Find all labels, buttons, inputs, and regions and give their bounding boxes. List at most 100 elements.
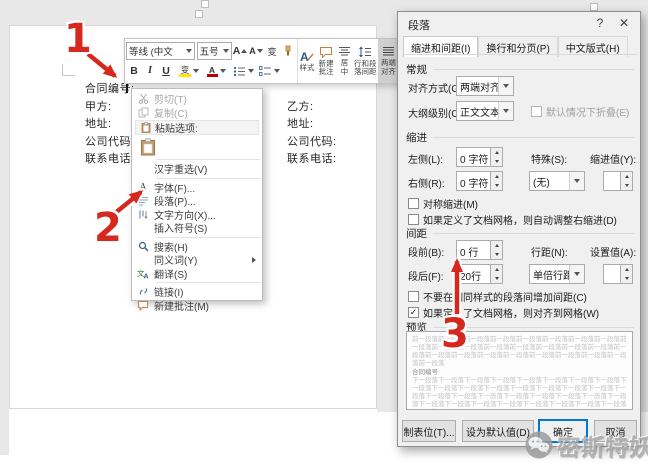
- collapsed-by-default-checkbox[interactable]: 默认情况下折叠(E): [531, 104, 629, 119]
- alignment-combo[interactable]: 两端对齐: [456, 76, 514, 96]
- spinner-arrows[interactable]: [620, 265, 632, 283]
- menu-item-text-direction[interactable]: 文字方向(X)...: [132, 208, 262, 222]
- underline-button[interactable]: U: [158, 62, 174, 80]
- indent-right-spinner[interactable]: 0 字符: [456, 171, 503, 191]
- spacing-at-spinner[interactable]: [603, 264, 633, 284]
- justify-button[interactable]: 两端对齐: [378, 39, 399, 83]
- styles-icon: A: [300, 50, 314, 62]
- menu-item-cut[interactable]: 剪切(T): [132, 92, 262, 106]
- font-name-combo[interactable]: 等线 (中文: [126, 42, 195, 60]
- paste-keep-source-button[interactable]: [137, 136, 159, 157]
- highlight-color-button[interactable]: 变: [177, 62, 201, 80]
- watermark: 密斯特妖: [524, 428, 648, 462]
- doc-field-phone-b[interactable]: 联系电话:: [287, 150, 337, 166]
- paste-options-label: 粘贴选项:: [155, 120, 198, 135]
- menu-separator: [156, 159, 260, 160]
- italic-button[interactable]: I: [142, 62, 158, 80]
- doc-field-party-b[interactable]: 乙方:: [287, 98, 314, 114]
- menu-item-new-comment[interactable]: 新建批注(M): [132, 299, 262, 313]
- new-comment-button[interactable]: 新建批注: [316, 39, 336, 83]
- search-icon: [132, 241, 154, 252]
- shrink-font-button[interactable]: A: [248, 42, 264, 60]
- doc-field-code-a[interactable]: 公司代码:: [85, 133, 135, 149]
- spinner-arrows[interactable]: [490, 241, 502, 259]
- menu-item-link[interactable]: 链接(I): [132, 285, 262, 299]
- object-handle[interactable]: [195, 10, 203, 18]
- doc-field-party-a[interactable]: 甲方:: [85, 98, 112, 114]
- word-app-screenshot: 合同编号: 甲方: 地址: 公司代码: 联系电话: 乙方: 地址: 公司代码: …: [0, 0, 648, 471]
- space-before-value: 0 行: [457, 241, 490, 259]
- chevron-down-icon: [569, 265, 584, 283]
- help-icon[interactable]: ?: [590, 16, 610, 30]
- comment-icon: [319, 46, 333, 58]
- up-arrow-icon: [241, 49, 247, 53]
- bold-icon: B: [130, 66, 138, 77]
- special-label: 特殊(S):: [531, 151, 567, 166]
- menu-item-copy[interactable]: 复制(C): [132, 106, 262, 120]
- object-handle[interactable]: [590, 3, 598, 11]
- space-after-spinner[interactable]: 20行: [456, 264, 503, 284]
- canvas-left: [0, 25, 9, 455]
- phonetic-guide-button[interactable]: 变: [264, 42, 280, 60]
- line-spacing-label: 行和段落间距: [354, 60, 377, 77]
- chevron-down-icon: [498, 102, 513, 120]
- menu-item-paragraph[interactable]: 段落(P)...: [132, 194, 262, 208]
- menu-item-insert-symbol[interactable]: 插入符号(S): [132, 221, 262, 235]
- line-spacing-value: 单倍行距: [530, 267, 569, 282]
- menu-item-synonyms[interactable]: 同义词(Y): [132, 253, 262, 267]
- indent-left-spinner[interactable]: 0 字符: [456, 147, 503, 167]
- spinner-arrows[interactable]: [620, 172, 632, 190]
- menu-item-font[interactable]: A 字体(F)...: [132, 181, 262, 195]
- submenu-arrow-icon: [252, 257, 256, 263]
- bullets-button[interactable]: [231, 62, 255, 80]
- tabs-button[interactable]: 制表位(T)...: [402, 420, 456, 442]
- doc-field-code-b[interactable]: 公司代码:: [287, 133, 337, 149]
- menu-item-search[interactable]: 搜索(H): [132, 240, 262, 254]
- line-spacing-combo[interactable]: 单倍行距: [529, 264, 585, 284]
- font-color-button[interactable]: A: [204, 62, 228, 80]
- indent-by-spinner[interactable]: [603, 171, 633, 191]
- font-size-value: 五号: [200, 44, 219, 58]
- tab-underline: [402, 54, 638, 55]
- no-space-same-style-checkbox[interactable]: 不要在相同样式的段落间增加间距(C): [408, 289, 587, 304]
- paste-icon: [140, 138, 157, 156]
- mirror-indents-label: 对称缩进(M): [423, 196, 478, 211]
- spinner-arrows[interactable]: [490, 148, 502, 166]
- grow-font-button[interactable]: A: [232, 42, 248, 60]
- menu-separator: [156, 237, 260, 238]
- space-before-spinner[interactable]: 0 行: [456, 240, 503, 260]
- mirror-indents-checkbox[interactable]: 对称缩进(M): [408, 196, 478, 211]
- line-spacing-button[interactable]: 行和段落间距: [353, 39, 378, 83]
- bold-button[interactable]: B: [126, 62, 142, 80]
- close-icon[interactable]: ✕: [614, 16, 634, 30]
- format-painter-button[interactable]: [280, 42, 296, 60]
- doc-field-address-b[interactable]: 地址:: [287, 115, 314, 131]
- space-after-label: 段后(F):: [408, 268, 444, 283]
- center-icon: [338, 46, 351, 57]
- group-general-heading: 常规: [406, 62, 427, 77]
- menu-item-paste-options: 粘贴选项:: [135, 120, 259, 135]
- menu-item-label: 新建批注(M): [154, 298, 209, 313]
- font-size-combo[interactable]: 五号: [197, 42, 232, 60]
- underline-icon: U: [162, 66, 170, 77]
- outline-level-combo[interactable]: 正文文本: [456, 101, 514, 121]
- doc-field-phone-a[interactable]: 联系电话:: [85, 150, 135, 166]
- snap-to-grid-checkbox[interactable]: ✓ 如果定义了文档网格，则对齐到网格(W): [408, 305, 599, 320]
- menu-item-translate[interactable]: 文A 翻译(S): [132, 267, 262, 281]
- menu-item-reselect-hanzi[interactable]: 汉字重选(V): [132, 162, 262, 176]
- chevron-down-icon: [193, 69, 199, 73]
- doc-field-address-a[interactable]: 地址:: [85, 115, 112, 131]
- format-painter-icon: [282, 45, 294, 57]
- special-combo[interactable]: (无): [529, 171, 585, 191]
- bullets-icon: [233, 66, 246, 77]
- object-handle[interactable]: [201, 0, 209, 8]
- styles-button[interactable]: A 样式: [298, 39, 316, 83]
- spinner-arrows[interactable]: [490, 265, 502, 283]
- numbering-button[interactable]: [257, 62, 281, 80]
- center-button[interactable]: 居中: [336, 39, 352, 83]
- phonetic-guide-icon: 变: [267, 45, 276, 58]
- spinner-arrows[interactable]: [490, 172, 502, 190]
- mini-toolbar-left: 等线 (中文 五号 A A 变: [125, 39, 297, 83]
- dialog-title: 段落: [408, 17, 430, 33]
- auto-adjust-right-indent-checkbox[interactable]: 如果定义了文档网格，则自动调整右缩进(D): [408, 212, 617, 227]
